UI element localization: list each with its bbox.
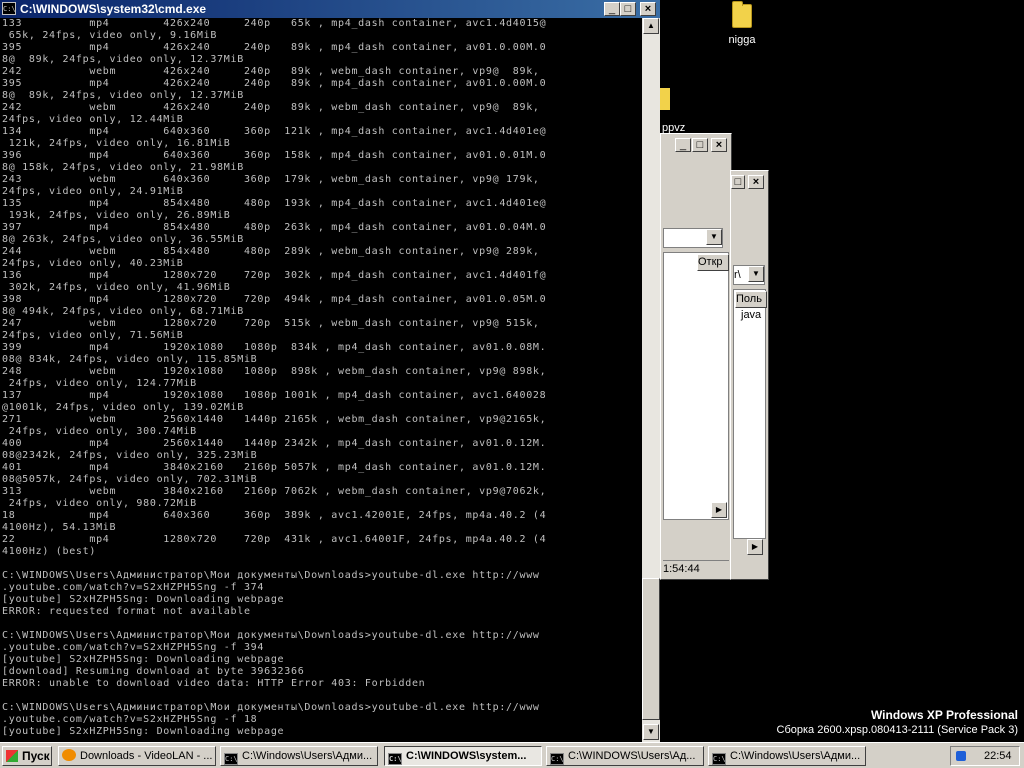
console-output: 133 mp4 426x240 240p 65k , mp4_dash cont… bbox=[2, 18, 547, 737]
cmd-window[interactable]: C:\ C:\WINDOWS\system32\cmd.exe _ □ × 13… bbox=[0, 0, 660, 742]
cmd-title: C:\WINDOWS\system32\cmd.exe bbox=[20, 2, 207, 16]
console-area[interactable]: 133 mp4 426x240 240p 65k , mp4_dash cont… bbox=[0, 18, 642, 742]
close-button[interactable]: × bbox=[711, 138, 727, 152]
minimize-button[interactable]: _ bbox=[675, 138, 691, 152]
path-combo-value: r\ bbox=[734, 269, 741, 281]
explorer-window-back[interactable]: _ □ × ▼ Откр ▶ 1:54:44 bbox=[660, 133, 732, 580]
scroll-right-button[interactable]: ▶ bbox=[711, 502, 727, 518]
windows-flag-icon bbox=[6, 750, 18, 762]
vlc-icon bbox=[62, 749, 76, 761]
cmd-icon: C:\ bbox=[550, 753, 564, 765]
file-list[interactable] bbox=[733, 289, 766, 539]
scroll-right-button[interactable]: ▶ bbox=[747, 539, 763, 555]
taskbar-button-cmd-3[interactable]: C:\ C:\Windows\Users\Адми... bbox=[708, 746, 866, 766]
maximize-button[interactable]: □ bbox=[692, 138, 708, 152]
taskbar: Пуск Downloads - VideoLAN - ... C:\ C:\Wi… bbox=[0, 742, 1024, 768]
os-name-watermark: Windows XP Professional bbox=[870, 708, 1018, 722]
statusbar-time: 1:54:44 bbox=[663, 563, 700, 575]
taskbar-button-label: Downloads - VideoLAN - ... bbox=[80, 750, 213, 762]
statusbar: 1:54:44 bbox=[663, 560, 729, 577]
cmd-icon: C:\ bbox=[224, 753, 238, 765]
scroll-down-button[interactable]: ▼ bbox=[643, 724, 659, 740]
scroll-up-button[interactable]: ▲ bbox=[643, 18, 659, 34]
taskbar-button-label: C:\WINDOWS\system... bbox=[406, 750, 527, 762]
maximize-button[interactable]: □ bbox=[731, 175, 745, 189]
start-button[interactable]: Пуск bbox=[2, 746, 52, 766]
cmd-icon[interactable]: C:\ bbox=[2, 2, 16, 15]
taskbar-button-cmd-2[interactable]: C:\ C:\WINDOWS\Users\Ад... bbox=[546, 746, 704, 766]
chevron-down-icon[interactable]: ▼ bbox=[748, 266, 764, 282]
cmd-titlebar[interactable]: C:\ C:\WINDOWS\system32\cmd.exe _ □ × bbox=[0, 0, 660, 18]
minimize-button[interactable]: _ bbox=[604, 2, 620, 16]
cmd-icon: C:\ bbox=[712, 753, 726, 765]
cmd-icon: C:\ bbox=[388, 753, 402, 765]
desktop-folder-label: nigga bbox=[728, 34, 756, 46]
list-item[interactable]: java bbox=[741, 309, 761, 321]
explorer-window-front[interactable]: □ × r\ ▼ Поль java ▶ bbox=[730, 170, 769, 580]
network-icon[interactable] bbox=[956, 751, 966, 761]
desktop-folder-icon[interactable]: nigga bbox=[722, 1, 762, 46]
maximize-button[interactable]: □ bbox=[620, 2, 636, 16]
taskbar-button-cmd-1[interactable]: C:\ C:\Windows\Users\Адми... bbox=[220, 746, 378, 766]
vertical-scrollbar[interactable]: ▲ ▼ bbox=[642, 18, 660, 742]
taskbar-button-label: C:\WINDOWS\Users\Ад... bbox=[568, 750, 696, 762]
close-button[interactable]: × bbox=[748, 175, 764, 189]
chevron-down-icon[interactable]: ▼ bbox=[706, 229, 722, 245]
path-combo[interactable]: r\ ▼ bbox=[733, 265, 765, 285]
start-label: Пуск bbox=[22, 749, 50, 763]
column-header[interactable]: Поль bbox=[735, 291, 767, 308]
file-list[interactable] bbox=[663, 252, 729, 520]
scrollbar-thumb[interactable] bbox=[642, 578, 660, 720]
taskbar-button-label: C:\Windows\Users\Адми... bbox=[242, 750, 373, 762]
clock[interactable]: 22:54 bbox=[984, 747, 1012, 765]
taskbar-button-vlc[interactable]: Downloads - VideoLAN - ... bbox=[58, 746, 216, 766]
column-header[interactable]: Откр bbox=[697, 254, 729, 271]
folder-icon bbox=[732, 1, 752, 28]
system-tray: 22:54 bbox=[950, 746, 1020, 766]
taskbar-button-label: C:\Windows\Users\Адми... bbox=[730, 750, 861, 762]
address-combo[interactable]: ▼ bbox=[663, 228, 723, 248]
taskbar-button-cmd-active[interactable]: C:\ C:\WINDOWS\system... bbox=[384, 746, 542, 766]
desktop-folder-partial[interactable] bbox=[660, 88, 670, 110]
os-build-watermark: Сборка 2600.xpsp.080413-2111 (Service Pa… bbox=[776, 724, 1018, 736]
close-button[interactable]: × bbox=[640, 2, 656, 16]
